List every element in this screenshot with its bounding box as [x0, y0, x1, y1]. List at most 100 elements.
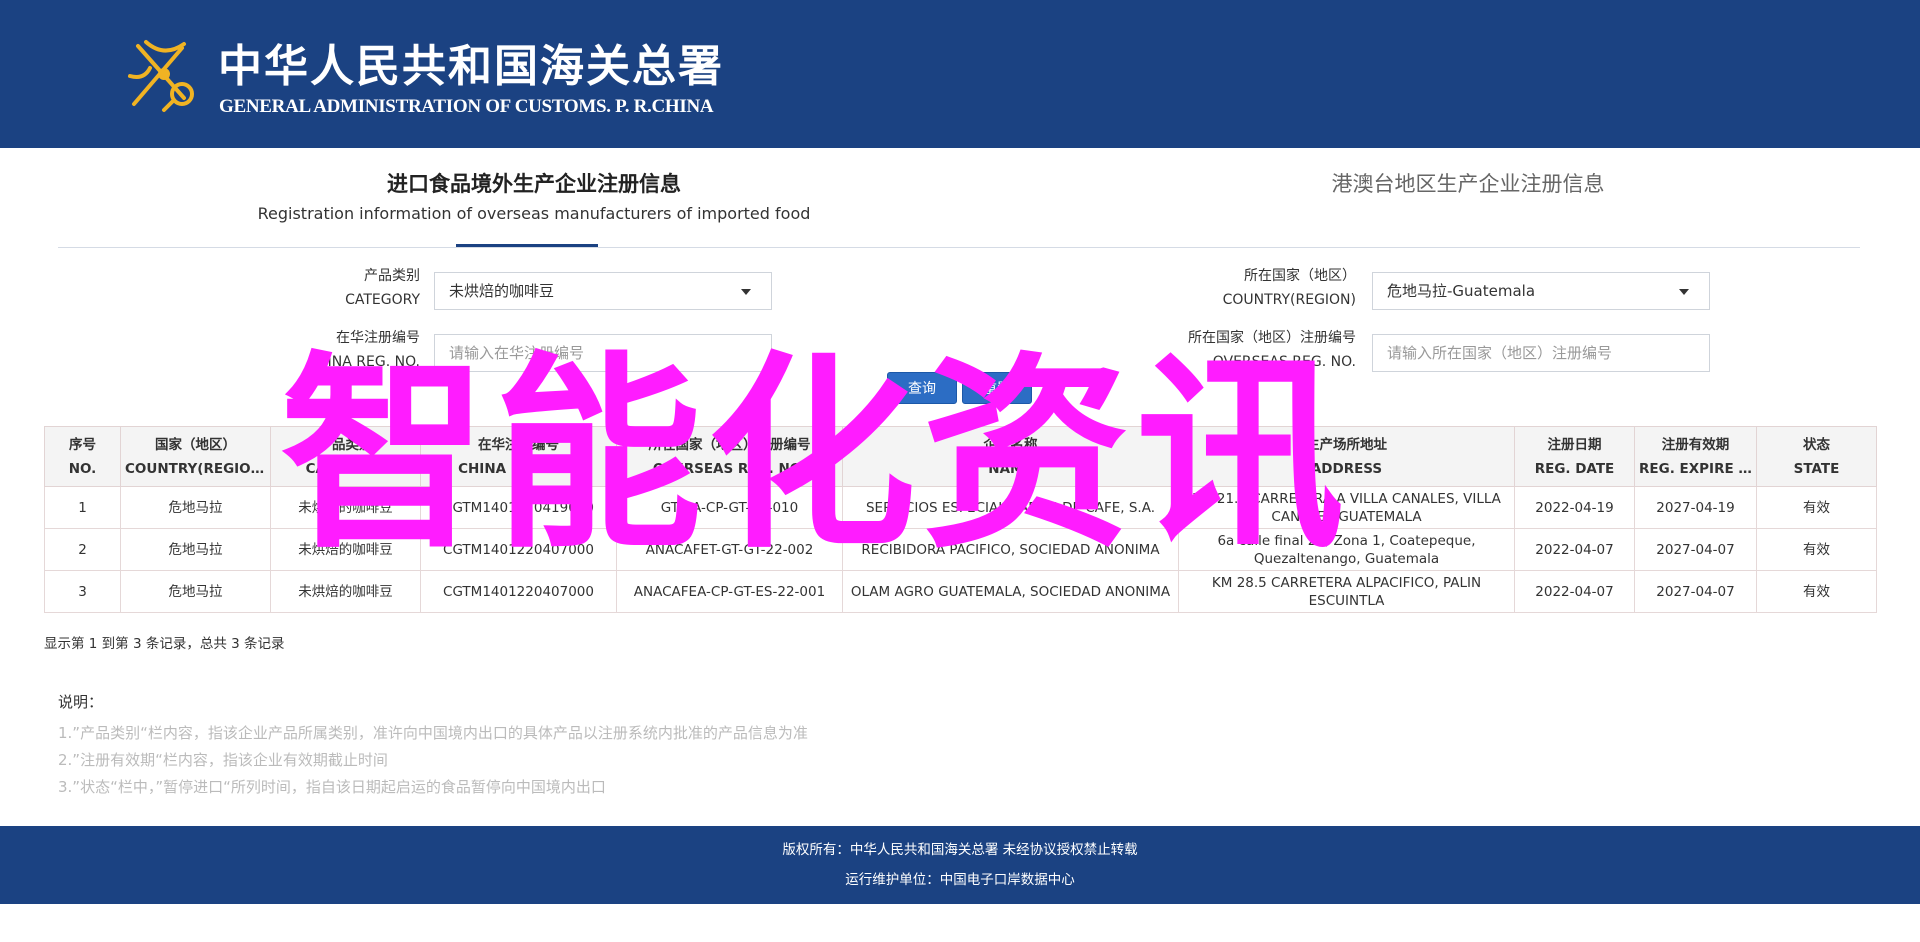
country-select-value: 危地马拉-Guatemala [1387, 282, 1536, 300]
results-table: 序号 NO. 国家（地区） COUNTRY(REGION) 产品类别 CATEGORY… [44, 426, 1877, 613]
cell-expire-date: 2027-04-19 [1634, 486, 1757, 529]
cell-expire-date: 2027-04-07 [1634, 528, 1757, 571]
country-label: 所在国家（地区） COUNTRY(REGION) [1186, 264, 1356, 312]
category-select[interactable]: 未烘焙的咖啡豆 [434, 272, 772, 310]
tab-overseas-manufacturers[interactable]: 进口食品境外生产企业注册信息 Registration information … [234, 168, 834, 228]
header-cn: 状态 [1803, 436, 1830, 453]
header-cn: 注册日期 [1547, 436, 1602, 453]
header-cn: 生产场所地址 [1306, 436, 1387, 453]
reset-button[interactable]: 重置 [962, 372, 1032, 404]
cell-overseas-reg: GT/EA-CP-GT-22-010 [616, 486, 843, 529]
cell-china-reg: CGTM1401220407000 [420, 570, 617, 613]
tab-subtitle: Registration information of overseas man… [257, 204, 811, 223]
cell-reg-date: 2022-04-07 [1514, 570, 1635, 613]
cell-expire-date: 2027-04-07 [1634, 570, 1757, 613]
query-button[interactable]: 查询 [887, 372, 957, 404]
header-cn: 序号 [69, 436, 96, 453]
cell-state: 有效 [1756, 528, 1877, 571]
table-row[interactable]: 2 危地马拉 未烘焙的咖啡豆 CGTM1401220407000 ANACAFE… [44, 528, 1877, 571]
cell-category: 未烘焙的咖啡豆 [270, 528, 421, 571]
header-china-reg[interactable]: 在华注册编号 CHINA REG. NO. [420, 426, 617, 487]
china-reg-label-en: CHINA REG. NO. [307, 354, 420, 370]
header-en: ADDRESS [1310, 460, 1383, 477]
cell-name: SERVICIOS ESPECIALIZADOS DE CAFE, S.A. [842, 486, 1179, 529]
cell-overseas-reg: ANACAFET-GT-GT-22-002 [616, 528, 843, 571]
notes-section: 说明： 1.”产品类别“栏内容，指该企业产品所属类别，准许向中国境内出口的具体产… [58, 690, 808, 801]
cell-category: 未烘焙的咖啡豆 [270, 570, 421, 613]
cell-name: RECIBIDORA PACIFICO, SOCIEDAD ANONIMA [842, 528, 1179, 571]
footer-maintainer: 运行维护单位：中国电子口岸数据中心 [845, 872, 1075, 888]
chevron-down-icon [741, 289, 751, 295]
china-reg-label-cn: 在华注册编号 [336, 330, 420, 346]
site-header: 中华人民共和国海关总署 GENERAL ADMINISTRATION OF CU… [0, 0, 1920, 148]
overseas-reg-label: 所在国家（地区）注册编号 OVERSEAS REG. NO. [1186, 326, 1356, 374]
header-cn: 企业名称 [983, 436, 1038, 453]
header-cn: 在华注册编号 [478, 436, 559, 453]
cell-country: 危地马拉 [120, 570, 271, 613]
cell-name: OLAM AGRO GUATEMALA, SOCIEDAD ANONIMA [842, 570, 1179, 613]
category-label-cn: 产品类别 [364, 268, 420, 284]
header-no[interactable]: 序号 NO. [44, 426, 121, 487]
header-reg-date[interactable]: 注册日期 REG. DATE [1514, 426, 1635, 487]
tab-hk-macao-taiwan[interactable]: 港澳台地区生产企业注册信息 [1218, 168, 1718, 200]
header-name[interactable]: 企业名称 NAME [842, 426, 1179, 487]
chevron-down-icon [1679, 289, 1689, 295]
overseas-reg-input[interactable]: 请输入所在国家（地区）注册编号 [1372, 334, 1710, 372]
note-item: 3.”状态“栏中，”暂停进口“所列时间，指自该日期起启运的食品暂停向中国境内出口 [58, 778, 606, 796]
cell-no: 3 [44, 570, 121, 613]
header-en: REG. DATE [1534, 460, 1615, 477]
overseas-reg-label-en: OVERSEAS REG. NO. [1212, 354, 1356, 370]
overseas-reg-label-cn: 所在国家（地区）注册编号 [1188, 330, 1356, 346]
cell-country: 危地马拉 [120, 486, 271, 529]
header-cn: 产品类别 [318, 436, 373, 453]
cell-state: 有效 [1756, 570, 1877, 613]
china-reg-label: 在华注册编号 CHINA REG. NO. [250, 326, 420, 374]
cell-address: KM 21.5 CARRETERA A VILLA CANALES, VILLA… [1178, 486, 1515, 529]
cell-china-reg: CGTM1401220419000 [420, 486, 617, 529]
cell-reg-date: 2022-04-07 [1514, 528, 1635, 571]
country-select[interactable]: 危地马拉-Guatemala [1372, 272, 1710, 310]
pagination-info: 显示第 1 到第 3 条记录，总共 3 条记录 [44, 636, 285, 652]
table-row[interactable]: 1 危地马拉 未烘焙的咖啡豆 CGTM1401220419000 GT/EA-C… [44, 486, 1877, 529]
notes-title: 说明： [58, 693, 104, 711]
overseas-reg-placeholder: 请输入所在国家（地区）注册编号 [1387, 344, 1613, 362]
customs-emblem-icon [128, 40, 194, 112]
note-item: 1.”产品类别“栏内容，指该企业产品所属类别，准许向中国境内出口的具体产品以注册… [58, 724, 808, 742]
header-state[interactable]: 状态 STATE [1756, 426, 1877, 487]
header-en: REG. EXPIRE D... [1639, 460, 1752, 477]
header-cn: 所在国家（地区）注册编号 [648, 436, 811, 453]
tab-title: 进口食品境外生产企业注册信息 [387, 172, 681, 196]
header-en: STATE [1793, 460, 1840, 477]
site-title-cn: 中华人民共和国海关总署 [218, 41, 724, 92]
table-header-row: 序号 NO. 国家（地区） COUNTRY(REGION) 产品类别 CATEGORY… [44, 426, 1877, 487]
note-item: 2.”注册有效期“栏内容，指该企业有效期截止时间 [58, 751, 388, 769]
cell-category: 未烘焙的咖啡豆 [270, 486, 421, 529]
category-label: 产品类别 CATEGORY [250, 264, 420, 312]
cell-address: 6a calle final 25, Zona 1, Coatepeque, Q… [1178, 528, 1515, 571]
header-en: NO. [68, 460, 97, 477]
cell-no: 2 [44, 528, 121, 571]
cell-no: 1 [44, 486, 121, 529]
site-title-en: GENERAL ADMINISTRATION OF CUSTOMS. P. R.… [219, 96, 714, 117]
header-en: OVERSEAS REG. NO. [652, 460, 807, 477]
header-address[interactable]: 生产场所地址 ADDRESS [1178, 426, 1515, 487]
tab-bar: 进口食品境外生产企业注册信息 Registration information … [58, 148, 1860, 248]
header-cn: 注册有效期 [1661, 436, 1730, 453]
site-footer: 版权所有：中华人民共和国海关总署 未经协议授权禁止转载 运行维护单位：中国电子口… [0, 826, 1920, 904]
active-tab-indicator [456, 244, 598, 247]
header-en: COUNTRY(REGION) [125, 460, 266, 477]
table-row[interactable]: 3 危地马拉 未烘焙的咖啡豆 CGTM1401220407000 ANACAFE… [44, 570, 1877, 613]
header-country[interactable]: 国家（地区） COUNTRY(REGION) [120, 426, 271, 487]
header-cn: 国家（地区） [155, 436, 236, 453]
cell-country: 危地马拉 [120, 528, 271, 571]
header-expire-date[interactable]: 注册有效期 REG. EXPIRE D... [1634, 426, 1757, 487]
china-reg-input[interactable]: 请输入在华注册编号 [434, 334, 772, 372]
china-reg-placeholder: 请输入在华注册编号 [449, 344, 585, 362]
country-label-cn: 所在国家（地区） [1244, 268, 1356, 284]
header-category[interactable]: 产品类别 CATEGORY [270, 426, 421, 487]
country-label-en: COUNTRY(REGION) [1222, 292, 1356, 308]
cell-address: KM 28.5 CARRETERA ALPACIFICO, PALIN ESCU… [1178, 570, 1515, 613]
header-overseas-reg[interactable]: 所在国家（地区）注册编号 OVERSEAS REG. NO. [616, 426, 843, 487]
category-select-value: 未烘焙的咖啡豆 [449, 282, 555, 300]
header-en: CATEGORY [305, 460, 386, 477]
